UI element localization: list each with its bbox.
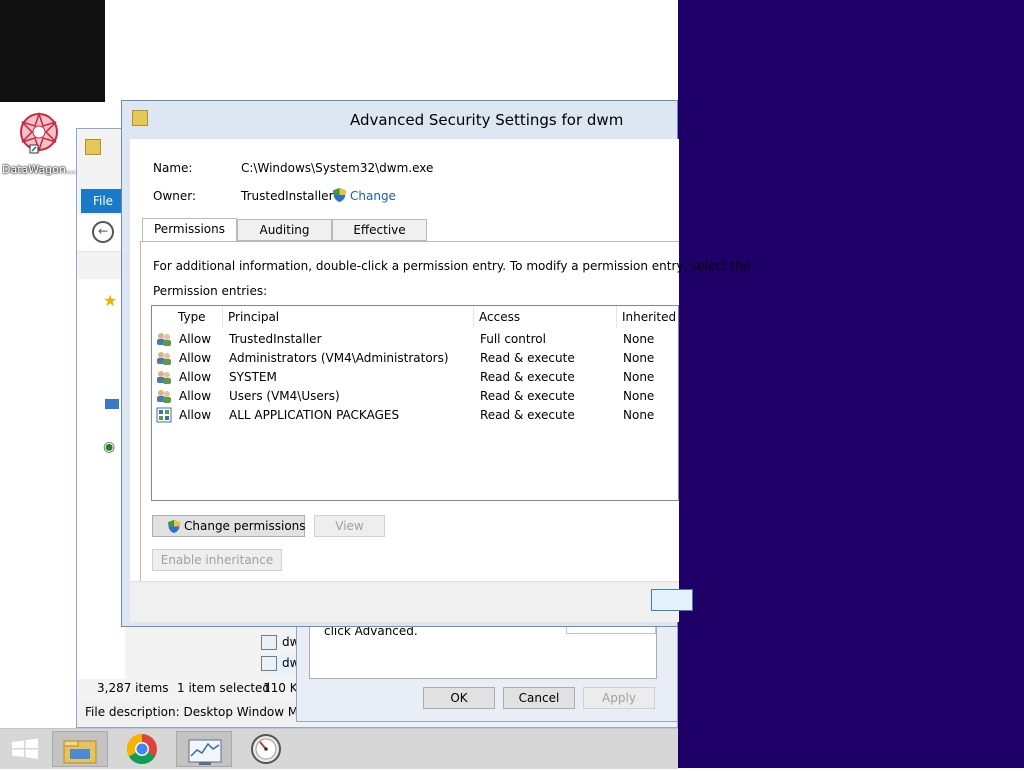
dialog-titlebar[interactable]: Advanced Security Settings for dwm (122, 101, 677, 139)
uac-shield-icon (167, 519, 181, 534)
entry-principal: SYSTEM (229, 370, 277, 384)
apply-button[interactable]: Apply (583, 687, 655, 709)
table-row[interactable]: Allow SYSTEM Read & execute None (152, 368, 678, 387)
entry-type: Allow (179, 389, 212, 403)
permission-entries-label: Permission entries: (153, 284, 268, 298)
user-group-icon (157, 390, 171, 403)
table-row[interactable]: Allow TrustedInstaller Full control None (152, 330, 678, 349)
user-group-icon (157, 371, 171, 384)
tab-effective-access[interactable]: Effective Access (332, 219, 427, 258)
advanced-security-settings-dialog[interactable]: Advanced Security Settings for dwm Name:… (121, 100, 750, 627)
table-row[interactable]: Allow ALL APPLICATION PACKAGES Read & ex… (152, 406, 678, 425)
network-icon[interactable]: ◉ (103, 439, 115, 455)
entry-type: Allow (179, 351, 212, 365)
entry-principal: Administrators (VM4\Administrators) (229, 351, 449, 365)
entry-principal: ALL APPLICATION PACKAGES (229, 408, 400, 422)
folder-icon (132, 110, 148, 126)
desktop-black-region (0, 0, 105, 102)
column-header-principal[interactable]: Principal (223, 306, 474, 328)
taskbar-performance-monitor[interactable] (176, 731, 232, 767)
ok-button[interactable]: OK (423, 687, 495, 709)
gauge-icon (251, 734, 281, 764)
entry-principal: TrustedInstaller (229, 332, 322, 346)
ok-button-partial[interactable] (651, 589, 693, 611)
dialog-body: Name: C:\Windows\System32\dwm.exe Owner:… (130, 139, 750, 622)
app-packages-icon (156, 407, 172, 423)
entry-access: Read & execute (480, 408, 575, 422)
change-permissions-button[interactable]: Change permissions (152, 515, 306, 537)
entry-type: Allow (179, 408, 212, 422)
desktop-icon-datawagon[interactable]: DataWagon... (2, 110, 76, 176)
name-label: Name: (153, 161, 193, 175)
change-permissions-label: Change permissions (184, 519, 306, 533)
entry-inherited: None (623, 370, 655, 384)
name-value: C:\Windows\System32\dwm.exe (241, 161, 434, 175)
desktop-background (678, 0, 1024, 768)
taskbar-gauge-app[interactable] (238, 731, 294, 767)
exe-file-icon (261, 656, 277, 671)
column-header-inherited[interactable]: Inherited f (617, 306, 678, 328)
info-text: For additional information, double-click… (153, 259, 751, 273)
entry-inherited: None (623, 408, 655, 422)
exe-file-icon (261, 635, 277, 650)
column-header-type[interactable]: Type (173, 306, 223, 328)
tab-permissions[interactable]: Permissions (142, 218, 237, 242)
start-button[interactable] (0, 731, 56, 767)
items-count: 3,287 items (97, 681, 169, 695)
windows-logo-icon (12, 738, 38, 759)
column-header-access[interactable]: Access (474, 306, 617, 328)
entry-inherited: None (623, 351, 655, 365)
entry-type: Allow (179, 370, 212, 384)
table-row[interactable]: Allow Users (VM4\Users) Read & execute N… (152, 387, 678, 406)
change-owner-link[interactable]: Change (350, 189, 396, 203)
navigation-pane[interactable]: ★ ◉ (77, 279, 125, 679)
enable-inheritance-button[interactable]: Enable inheritance (152, 549, 282, 571)
file-explorer-icon (63, 740, 97, 764)
entry-type: Allow (179, 332, 212, 346)
user-group-icon (157, 333, 171, 346)
entry-access: Read & execute (480, 389, 575, 403)
favorites-star-icon[interactable]: ★ (103, 291, 117, 310)
owner-label: Owner: (153, 189, 197, 203)
desktop-icon-label: DataWagon... (2, 163, 76, 176)
entry-access: Full control (480, 332, 546, 346)
list-header: Type Principal Access Inherited f (152, 306, 678, 328)
file-description: File description: Desktop Window Mana (85, 705, 321, 719)
table-row[interactable]: Allow Administrators (VM4\Administrators… (152, 349, 678, 368)
properties-dialog[interactable]: click Advanced. OK Cancel Apply (296, 612, 678, 722)
datawagon-app-icon (20, 111, 58, 154)
folder-icon (85, 139, 101, 155)
dialog-title: Advanced Security Settings for dwm (350, 111, 624, 129)
entry-inherited: None (623, 332, 655, 346)
taskbar-chrome[interactable] (114, 731, 170, 767)
user-group-icon (157, 352, 171, 365)
permission-entries-list[interactable]: Type Principal Access Inherited f Allow … (151, 305, 679, 501)
selected-count: 1 item selected (177, 681, 271, 695)
taskbar (0, 728, 678, 769)
view-button[interactable]: View (314, 515, 385, 537)
ribbon-file-tab[interactable]: File (81, 189, 125, 213)
back-arrow-icon[interactable]: ← (92, 221, 114, 243)
dialog-button-bar (130, 581, 693, 622)
tab-auditing[interactable]: Auditing (237, 219, 332, 241)
entry-access: Read & execute (480, 370, 575, 384)
performance-monitor-icon (188, 739, 222, 765)
entry-inherited: None (623, 389, 655, 403)
chrome-icon (126, 734, 157, 765)
owner-value: TrustedInstaller (241, 189, 334, 203)
taskbar-file-explorer[interactable] (52, 731, 108, 767)
entry-principal: Users (VM4\Users) (229, 389, 340, 403)
cancel-button[interactable]: Cancel (503, 687, 575, 709)
uac-shield-icon (333, 188, 346, 202)
entry-access: Read & execute (480, 351, 575, 365)
computer-icon[interactable] (105, 399, 119, 409)
